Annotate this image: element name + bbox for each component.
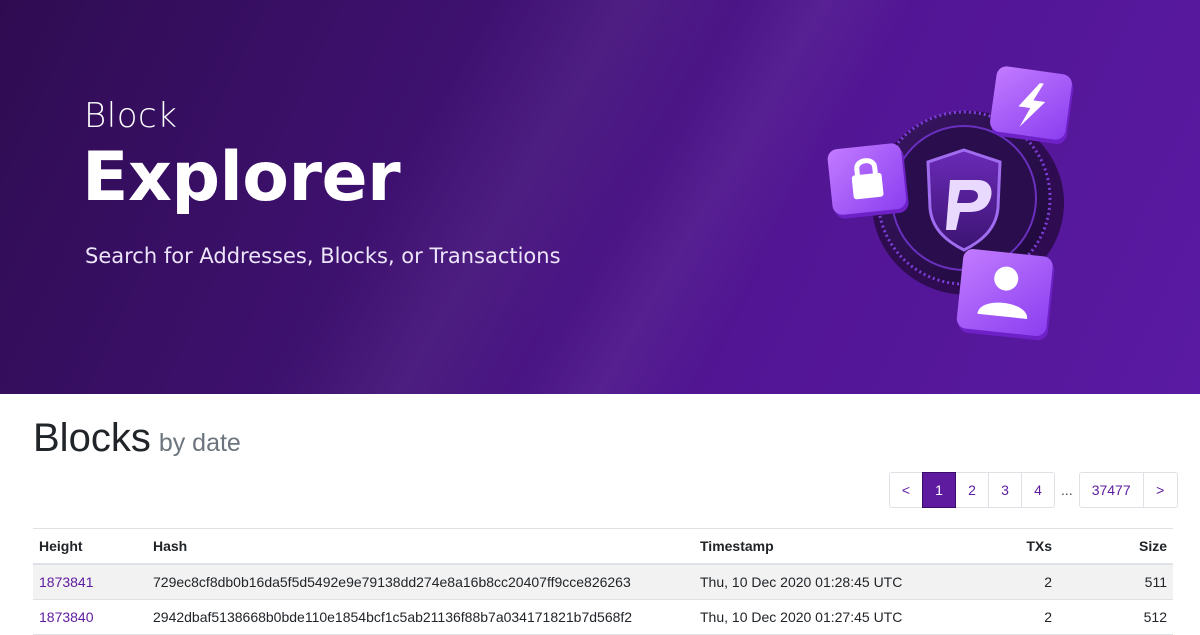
hero-tagline: Search for Addresses, Blocks, or Transac… — [85, 244, 561, 268]
block-size: 511 — [1058, 564, 1173, 600]
block-height-link[interactable]: 1873840 — [39, 609, 94, 625]
table-row: 1873840 2942dbaf5138668b0bde110e1854bcf1… — [33, 599, 1173, 635]
hero-title: Explorer — [82, 138, 401, 217]
page-prev-button[interactable]: < — [889, 472, 923, 508]
block-hash: 2942dbaf5138668b0bde110e1854bcf1c5ab2113… — [147, 599, 694, 635]
column-header-txs[interactable]: TXs — [944, 528, 1058, 565]
block-tx-count: 2 — [944, 564, 1058, 600]
page-title: Blocks by date — [33, 416, 241, 461]
page-button-4[interactable]: 4 — [1021, 472, 1055, 508]
page-button-last[interactable]: 37477 — [1078, 472, 1144, 508]
column-header-size[interactable]: Size — [1058, 528, 1173, 565]
table-header-row: Height Hash Timestamp TXs Size — [33, 528, 1173, 565]
lock-icon — [827, 143, 909, 219]
column-header-hash[interactable]: Hash — [147, 528, 694, 565]
block-timestamp: Thu, 10 Dec 2020 01:27:45 UTC — [694, 599, 944, 635]
page-ellipsis: ... — [1061, 482, 1073, 498]
page-title-main: Blocks — [33, 416, 151, 460]
block-size: 512 — [1058, 599, 1173, 635]
page-button-1[interactable]: 1 — [922, 472, 956, 508]
block-tx-count: 2 — [944, 599, 1058, 635]
block-height-link[interactable]: 1873841 — [39, 574, 94, 590]
page-title-sub: by date — [158, 429, 241, 457]
lightning-icon — [990, 66, 1074, 144]
user-icon — [956, 249, 1055, 341]
column-header-height[interactable]: Height — [33, 528, 147, 565]
block-hash: 729ec8cf8db0b16da5f5d5492e9e79138dd274e8… — [147, 564, 694, 600]
block-timestamp: Thu, 10 Dec 2020 01:28:45 UTC — [694, 564, 944, 600]
page-button-3[interactable]: 3 — [988, 472, 1022, 508]
table-row: 1873841 729ec8cf8db0b16da5f5d5492e9e7913… — [33, 564, 1173, 600]
blocks-table: Height Hash Timestamp TXs Size 1873841 7… — [33, 528, 1173, 635]
page-next-button[interactable]: > — [1142, 472, 1178, 508]
hero-banner: Block Explorer Search for Addresses, Blo… — [0, 0, 1200, 394]
column-header-timestamp[interactable]: Timestamp — [694, 528, 944, 565]
hero-illustration — [827, 66, 1074, 341]
pagination: < 1 2 3 4 ... 37477 > — [889, 472, 1178, 508]
page-button-2[interactable]: 2 — [955, 472, 989, 508]
hero-subtitle: Block — [84, 96, 178, 136]
